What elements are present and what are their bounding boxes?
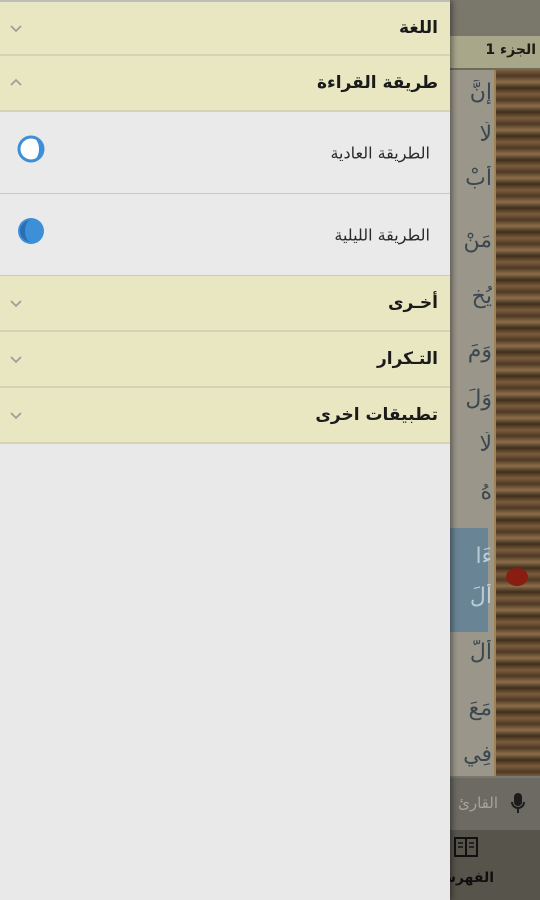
verse-fragment: وَلَ [465, 386, 492, 411]
option-night-mode[interactable]: الطريقة الليلية [0, 194, 450, 276]
verse-fragment: أَلَ [469, 584, 492, 609]
juz-label: الجزء 1 [485, 42, 536, 58]
option-label: الطريقة الليلية [334, 225, 430, 244]
day-mode-icon [16, 134, 46, 164]
verse-fragment: مَعَ [468, 696, 493, 721]
bookmark-marker[interactable] [506, 568, 528, 586]
section-title: تطبيقات اخرى [315, 405, 438, 425]
verse-fragment: هُ [480, 480, 492, 505]
verse-fragment: وَمَ [467, 338, 492, 363]
section-title: أخـرى [387, 293, 438, 313]
chevron-up-icon [8, 75, 24, 91]
index-tab[interactable]: الفهرس [437, 830, 540, 900]
ornamental-border [494, 70, 540, 776]
chevron-down-icon [8, 351, 24, 367]
book-icon [454, 836, 478, 864]
option-day-mode[interactable]: الطريقة العادية [0, 112, 450, 194]
verse-fragment: لَا [479, 432, 492, 457]
settings-drawer: اللغة طريقة القراءة الطريقة العادية الطر… [0, 0, 450, 900]
section-title: اللغة [398, 18, 438, 38]
section-reading-mode[interactable]: طريقة القراءة [0, 56, 450, 112]
microphone-icon[interactable] [510, 792, 526, 819]
verse-fragment: ءَا [475, 544, 492, 569]
search-bar[interactable]: القارئ [448, 778, 540, 830]
option-label: الطريقة العادية [330, 143, 430, 162]
verse-fragment: لَا [479, 122, 492, 147]
verse-fragment: إِنَّ [469, 80, 492, 105]
section-title: التـكرار [376, 349, 438, 369]
verse-fragment: يُخ [471, 284, 492, 309]
section-language[interactable]: اللغة [0, 2, 450, 56]
chevron-down-icon [8, 295, 24, 311]
section-other[interactable]: أخـرى [0, 276, 450, 332]
verse-fragment: فِي [463, 742, 492, 767]
verse-fragment: أَبْ [465, 166, 492, 191]
verse-fragment: مَنْ [463, 228, 492, 253]
chevron-down-icon [8, 20, 24, 36]
section-other-apps[interactable]: تطبيقات اخرى [0, 388, 450, 444]
quran-page-lower: ءَا أَلَ أَلَّ مَعَ فِي [448, 528, 494, 776]
section-title: طريقة القراءة [316, 73, 438, 93]
section-repetition[interactable]: التـكرار [0, 332, 450, 388]
search-placeholder: القارئ [458, 794, 498, 812]
night-mode-icon [16, 216, 46, 246]
verse-fragment: أَلَّ [469, 640, 492, 665]
juz-header: الجزء 1 [448, 36, 540, 70]
chevron-down-icon [8, 407, 24, 423]
